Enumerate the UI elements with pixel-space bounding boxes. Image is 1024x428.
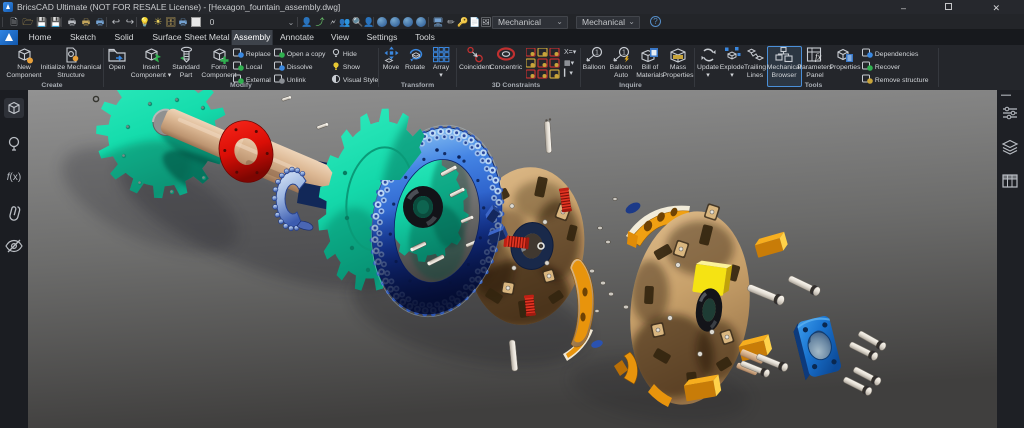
svg-text:1: 1 <box>595 50 599 57</box>
svg-text:fx: fx <box>815 52 822 62</box>
svg-text:1: 1 <box>622 50 626 57</box>
